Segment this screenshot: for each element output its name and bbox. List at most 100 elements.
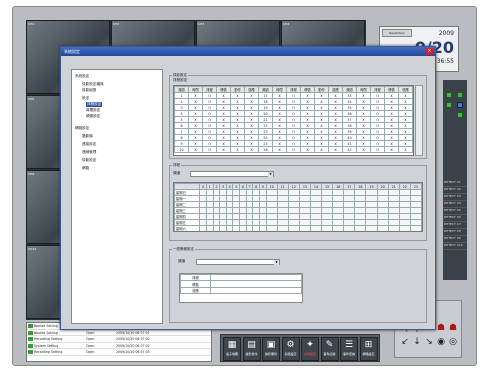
alarm-detail-table[interactable]: 排程 移動 感應 <box>179 273 303 303</box>
table-cell[interactable]: 26 <box>258 146 273 153</box>
detect-list-item[interactable]: DETECT C7 <box>443 222 467 229</box>
settings-tree[interactable]: 系統設定錄影設定檔與 錄影組態設定 排程設定 時間設定 硬碟設定網路設定攝影機連接設定連… <box>71 69 163 324</box>
table-cell[interactable]: X <box>230 146 245 153</box>
detect-list-item[interactable]: DETECT C4 <box>443 201 467 208</box>
table-cell[interactable]: O <box>286 146 301 153</box>
toolbar-button[interactable]: ✎ 事件記錄 <box>320 337 339 361</box>
schedule-cell[interactable] <box>321 225 334 231</box>
toolbar-button[interactable]: ✦ 系統設定 <box>301 337 319 361</box>
detect-list-item[interactable]: DETECT C1 <box>443 180 467 187</box>
table-cell[interactable]: 10 <box>174 146 189 153</box>
schedule-cell[interactable] <box>343 225 356 231</box>
table-cell[interactable]: X <box>328 146 343 153</box>
schedule-cell[interactable] <box>376 225 389 231</box>
schedule-cell[interactable] <box>225 225 234 231</box>
arrow-down-icon[interactable]: ↓ <box>411 337 423 347</box>
event-status-icon <box>28 324 33 328</box>
close-icon[interactable]: × <box>426 48 433 55</box>
schedule-cell[interactable] <box>245 225 254 231</box>
dialog-title-bar[interactable]: 系統設定 × <box>61 47 435 56</box>
arrow-down-right-icon[interactable]: ↘ <box>423 337 435 347</box>
event-log-row[interactable]: Recording Setting Open 2009/10/20 06:37:03 <box>27 349 211 356</box>
schedule-cell[interactable] <box>199 225 207 231</box>
table-cell[interactable]: 42 <box>342 146 357 153</box>
toolbar-button[interactable]: ⚙ 系統設定 <box>281 337 300 361</box>
tree-item[interactable]: 排程設定 <box>86 102 103 107</box>
schedule-cell[interactable] <box>332 225 345 231</box>
detect-list-item[interactable]: DETECT C3 <box>443 194 467 201</box>
detect-list-item[interactable]: DETECT C6 <box>443 215 467 222</box>
tree-item[interactable]: 錄影組態 <box>82 88 96 93</box>
tree-item[interactable]: 設定 <box>82 96 89 101</box>
schedule-cell[interactable] <box>252 225 260 231</box>
schedule-group: 排程 頻道 ▼ 0 1 2 3 4 5 6 7 8 9 10 11 12 13 14 15 16 17 18 19 20… <box>169 163 427 241</box>
toolbar-icon: ▣ <box>266 340 276 350</box>
schedule-cell[interactable] <box>309 225 323 231</box>
table-cell[interactable]: X <box>272 146 287 153</box>
tree-item[interactable]: 連接設定 <box>82 142 96 147</box>
schedule-cell[interactable] <box>219 225 227 231</box>
table-row[interactable]: 10 X O X X X 26 X O X X X 42 X O X X <box>174 146 413 153</box>
tree-item[interactable]: 硬碟設定 <box>86 114 100 119</box>
arrow-down-left-icon[interactable]: ↙ <box>399 337 411 347</box>
toolbar-button[interactable]: ⊞ 網路設定 <box>359 337 378 361</box>
schedule-cell[interactable] <box>276 225 289 231</box>
detect-list-item[interactable]: DETECT C10 <box>443 243 467 250</box>
toolbar-button[interactable]: ☰ 事件查詢 <box>340 337 358 361</box>
schedule-cell[interactable] <box>365 225 378 231</box>
toolbar-button[interactable]: ▦ 電子地圖 <box>223 337 241 361</box>
schedule-cell[interactable] <box>298 225 311 231</box>
event-time: 2009/10/20 06:37:01 <box>116 330 150 335</box>
tree-item[interactable]: 錄影設定檔與 <box>82 82 104 87</box>
person-icon[interactable]: ☗ <box>435 323 447 333</box>
lens-icon[interactable]: ◎ <box>447 337 459 347</box>
table-cell[interactable]: X <box>314 146 329 153</box>
tree-item[interactable]: 網路設定 <box>75 126 89 131</box>
tree-item[interactable]: 連線管理 <box>82 150 96 155</box>
tree-item[interactable]: 錄影設定 <box>82 158 96 163</box>
schedule-cell[interactable] <box>287 225 300 231</box>
schedule-cell[interactable] <box>258 225 267 231</box>
table-cell[interactable]: X <box>300 146 315 153</box>
toolbar-button[interactable]: ▤ 錄影搜尋 <box>242 337 261 361</box>
table-cell[interactable]: X <box>188 146 203 153</box>
table-cell[interactable]: O <box>202 146 217 153</box>
schedule-grid[interactable]: 0 1 2 3 4 5 6 7 8 9 10 11 12 13 14 15 16 17 18 19 20 21 22 23 星期… <box>173 182 423 232</box>
schedule-cell[interactable] <box>265 225 278 231</box>
table-scrollbar[interactable] <box>415 85 423 156</box>
table-cell[interactable]: X <box>216 146 231 153</box>
schedule-cell[interactable] <box>409 225 422 231</box>
table-cell[interactable]: X <box>384 146 399 153</box>
schedule-cell[interactable] <box>212 225 221 231</box>
detect-list-item[interactable]: DETECT C9 <box>443 236 467 243</box>
detect-list-item[interactable]: DETECT C8 <box>443 229 467 236</box>
table-cell[interactable]: X <box>356 146 371 153</box>
lens-icon[interactable]: ◉ <box>435 337 447 347</box>
table-cell[interactable]: X <box>244 146 259 153</box>
schedule-cell[interactable] <box>387 225 400 231</box>
table-cell[interactable]: X <box>398 146 413 153</box>
detail-value[interactable] <box>210 286 302 295</box>
schedule-cell[interactable] <box>205 225 214 231</box>
tree-item[interactable]: 系統設定 <box>75 74 89 79</box>
schedule-channel-select[interactable]: ▼ <box>190 171 274 177</box>
event-name: Recording Setting <box>34 350 63 354</box>
group-title: 一般警報設定 <box>172 247 195 252</box>
tree-item[interactable]: 攝影機 <box>82 134 93 139</box>
alarm-channel-select[interactable]: ▼ <box>196 259 280 265</box>
schedule-cell[interactable] <box>354 225 367 231</box>
camera-label: CH13 <box>28 247 37 251</box>
schedule-cell[interactable] <box>398 225 411 231</box>
clock-button[interactable]: Reset/Gen <box>382 29 412 37</box>
schedule-cell[interactable] <box>239 225 247 231</box>
table-cell[interactable]: O <box>370 146 385 153</box>
tree-item[interactable]: 網路 <box>82 166 89 171</box>
toolbar-button[interactable]: ▣ 錄影備份 <box>262 337 280 361</box>
tree-item[interactable]: 時間設定 <box>86 108 100 113</box>
schedule-cell[interactable] <box>232 225 241 231</box>
detail-row[interactable]: 感應 <box>180 286 302 295</box>
record-table[interactable]: 頻道 時間 排程 移動 動作 感應 頻道 時間 排程 移動 動作 感應 頻道 時間 排程 移動 感應 1 X O X X X… <box>173 85 414 156</box>
detect-list-item[interactable]: DETECT C5 <box>443 208 467 215</box>
detect-list-item[interactable]: DETECT C2 <box>443 187 467 194</box>
person-icon[interactable]: ☗ <box>447 323 459 333</box>
